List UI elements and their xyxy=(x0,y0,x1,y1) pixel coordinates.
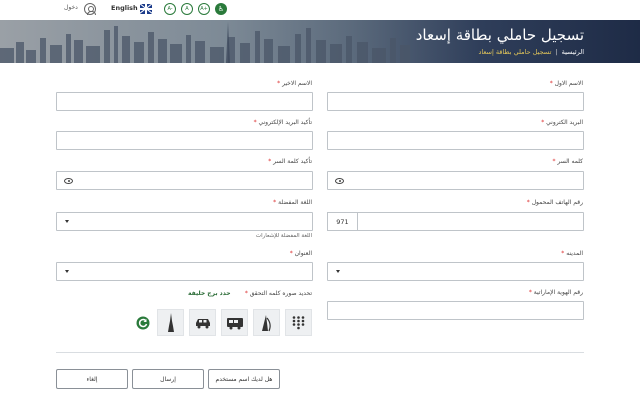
required-mark: * xyxy=(273,199,277,206)
emirates-id-label: رقم الهوية الإماراتية * xyxy=(529,289,583,296)
required-mark: * xyxy=(541,119,545,126)
email-label-text: البريد الكتروني xyxy=(546,119,583,126)
required-mark: * xyxy=(561,250,565,257)
chevron-down-icon xyxy=(336,270,340,273)
address-select[interactable] xyxy=(56,262,313,281)
required-mark: * xyxy=(549,80,553,87)
uk-flag-icon[interactable] xyxy=(140,4,152,14)
refresh-glyph xyxy=(136,316,150,329)
first-name-input[interactable] xyxy=(327,92,584,111)
login-link[interactable]: دخول xyxy=(64,4,78,11)
confirm-email-label: تأكيد البريد الإلكتروني * xyxy=(254,119,312,126)
captcha-label-text: تحديد صوره كلمه التحقق xyxy=(249,290,312,297)
breadcrumb-separator: | xyxy=(555,48,558,56)
address-label: العنوان * xyxy=(290,250,312,257)
language-label-text: اللغة المفضلة xyxy=(278,199,312,206)
font-reset-button[interactable]: A xyxy=(181,3,193,15)
last-name-input[interactable] xyxy=(56,92,313,111)
country-code-field[interactable]: 971 xyxy=(327,212,358,231)
email-label: البريد الكتروني * xyxy=(541,119,583,126)
dial-pad-glyph xyxy=(292,316,305,330)
language-select[interactable] xyxy=(56,212,313,231)
mobile-label: رقم الهاتف المحمول * xyxy=(527,199,583,206)
city-label-text: المدينه xyxy=(566,250,583,257)
form-divider xyxy=(56,352,584,353)
required-mark: * xyxy=(552,158,556,165)
password-label-text: كلمه السر xyxy=(557,158,583,165)
required-mark: * xyxy=(528,289,532,296)
language-switch[interactable]: English xyxy=(111,4,138,12)
existing-user-button[interactable]: هل لديك اسم مستخدم xyxy=(208,369,280,389)
car-glyph xyxy=(195,318,210,328)
page-banner: تسجيل حاملي بطاقة إسعاد الرئيسية | تسجيل… xyxy=(0,20,640,63)
confirm-password-label-text: تأكيد كلمة السر xyxy=(273,158,312,165)
font-decrease-button[interactable]: A- xyxy=(164,3,176,15)
dial-pad-icon[interactable] xyxy=(285,309,312,336)
car-icon[interactable] xyxy=(189,309,216,336)
chevron-down-icon xyxy=(65,270,69,273)
required-mark: * xyxy=(277,80,281,87)
confirm-email-input[interactable] xyxy=(56,131,313,150)
page-title: تسجيل حاملي بطاقة إسعاد xyxy=(415,26,584,44)
required-mark: * xyxy=(526,199,530,206)
required-mark: * xyxy=(268,158,272,165)
emirates-id-input[interactable] xyxy=(327,301,584,320)
first-name-label-text: الاسم الاول xyxy=(554,80,583,87)
required-mark: * xyxy=(253,119,257,126)
bus-glyph xyxy=(226,317,243,329)
confirm-password-label: تأكيد كلمة السر * xyxy=(268,158,312,165)
required-mark: * xyxy=(289,250,293,257)
language-label: اللغة المفضلة * xyxy=(273,199,312,206)
city-label: المدينه * xyxy=(561,250,583,257)
show-password-icon[interactable] xyxy=(64,178,73,184)
emirates-id-label-text: رقم الهوية الإماراتية xyxy=(533,289,583,296)
user-icon[interactable] xyxy=(84,3,96,15)
city-select[interactable] xyxy=(327,262,584,281)
password-input[interactable] xyxy=(327,171,584,190)
burj-khalifa-glyph xyxy=(167,312,174,332)
confirm-email-label-text: تأكيد البريد الإلكتروني xyxy=(258,119,312,126)
show-password-icon[interactable] xyxy=(335,178,344,184)
mobile-label-text: رقم الهاتف المحمول xyxy=(531,199,583,206)
font-increase-button[interactable]: A+ xyxy=(198,3,210,15)
captcha-label: تحديد صوره كلمه التحقق * xyxy=(245,290,312,297)
last-name-label: الاسم الاخير * xyxy=(277,80,312,87)
required-mark: * xyxy=(244,290,248,297)
email-input[interactable] xyxy=(327,131,584,150)
captcha-hint: حدد برج خليفة xyxy=(188,290,231,297)
first-name-label: الاسم الاول * xyxy=(550,80,583,87)
cancel-button[interactable]: إلغاء xyxy=(56,369,128,389)
burj-khalifa-icon[interactable] xyxy=(157,309,184,336)
password-label: كلمه السر * xyxy=(552,158,583,165)
breadcrumb-current: تسجيل حاملي بطاقة إسعاد xyxy=(478,48,552,56)
last-name-label-text: الاسم الاخير xyxy=(282,80,312,87)
burj-al-arab-icon[interactable] xyxy=(253,309,280,336)
chevron-down-icon xyxy=(65,220,69,223)
mobile-input[interactable] xyxy=(357,212,584,231)
top-bar: دخول English A- A A+ ♿ xyxy=(0,0,640,20)
burj-al-arab-glyph xyxy=(261,314,271,331)
submit-button[interactable]: إرسال xyxy=(132,369,204,389)
confirm-password-input[interactable] xyxy=(56,171,313,190)
language-hint: اللغة المفضلة للإشعارات xyxy=(255,233,312,239)
breadcrumb: الرئيسية | تسجيل حاملي بطاقة إسعاد xyxy=(478,48,584,56)
bus-icon[interactable] xyxy=(221,309,248,336)
address-label-text: العنوان xyxy=(294,250,312,257)
breadcrumb-home-link[interactable]: الرئيسية xyxy=(562,48,584,56)
accessibility-icon[interactable]: ♿ xyxy=(215,3,227,15)
refresh-captcha-icon[interactable] xyxy=(131,309,155,336)
